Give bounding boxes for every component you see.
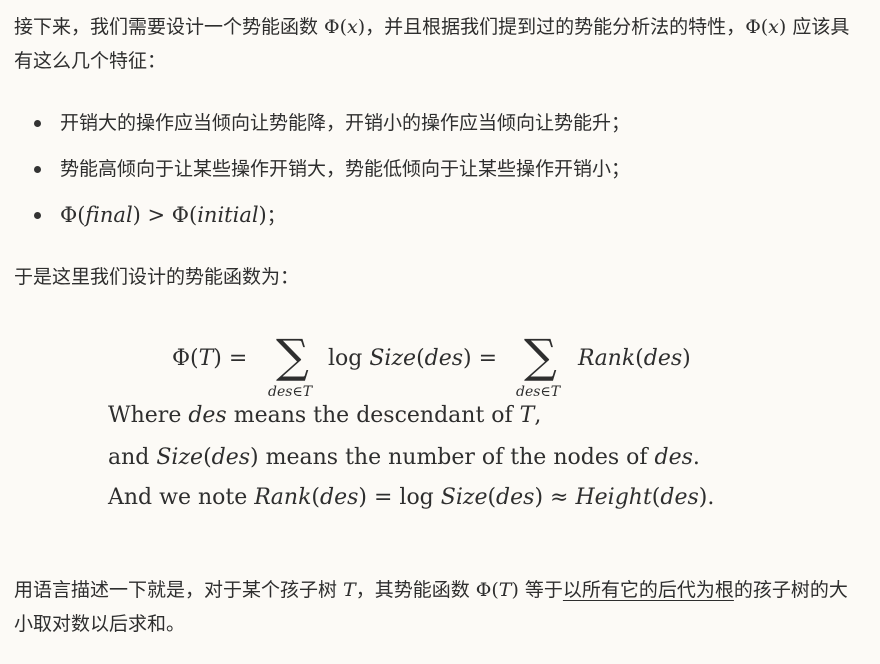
sum-2-subscript: des∈T (516, 384, 561, 400)
note-line-2: and 𝑆𝑖𝑧𝑒(𝑑𝑒𝑠) means the number of the no… (108, 445, 700, 470)
underlined-phrase: 以所有它的后代为根 (562, 579, 734, 601)
note-line-1: Where 𝑑𝑒𝑠 means the descendant of 𝑇, (108, 403, 542, 428)
formula-lhs: Φ(𝑇) = (172, 346, 248, 371)
phi-t-math: Φ(𝑇) (475, 579, 519, 601)
list-item: 开销大的操作应当倾向让势能降，开销小的操作应当倾向让势能升； (14, 104, 630, 150)
bullet-dot (34, 120, 41, 127)
list-item-suffix: ； (266, 205, 286, 227)
note-line-3: And we note 𝑅𝑎𝑛𝑘(𝑑𝑒𝑠) = log 𝑆𝑖𝑧𝑒(𝑑𝑒𝑠) ≈ … (108, 485, 715, 510)
formula-term-2: 𝑅𝑎𝑛𝑘(𝑑𝑒𝑠) (578, 346, 691, 371)
sum-symbol-2: ∑ (524, 329, 557, 383)
intro-text-2: ，并且根据我们提到过的势能分析法的特性， (365, 16, 746, 38)
potential-formula: Φ(𝑇) = ∑ des∈T log 𝑆𝑖𝑧𝑒(𝑑𝑒𝑠) = ∑ des∈T 𝑅… (0, 330, 880, 410)
list-item-text: 开销大的操作应当倾向让势能降，开销小的操作应当倾向让势能升； (60, 112, 631, 134)
feature-list: 开销大的操作应当倾向让势能降，开销小的操作应当倾向让势能升； 势能高倾向于让某些… (14, 104, 630, 242)
t-math: 𝑇 (343, 579, 356, 601)
document-page: 接下来，我们需要设计一个势能函数 Φ(𝑥)，并且根据我们提到过的势能分析法的特性… (0, 0, 880, 664)
lead-text: 于是这里我们设计的势能函数为： (14, 266, 300, 288)
outro-paragraph: 用语言描述一下就是，对于某个孩子树 𝑇，其势能函数 Φ(𝑇) 等于以所有它的后代… (14, 573, 866, 641)
outro-text-1: 用语言描述一下就是，对于某个孩子树 (14, 579, 344, 601)
bullet-dot (34, 212, 41, 219)
bullet-dot (34, 166, 41, 173)
formula-term-1: log 𝑆𝑖𝑧𝑒(𝑑𝑒𝑠) = (328, 346, 498, 371)
outro-text-3: 等于 (518, 579, 563, 601)
phi-x-math-2: Φ(𝑥) (745, 16, 787, 38)
sum-symbol-1: ∑ (276, 329, 309, 383)
list-item-text: 势能高倾向于让某些操作开销大，势能低倾向于让某些操作开销小； (60, 158, 631, 180)
outro-text-2: ，其势能函数 (355, 579, 476, 601)
intro-text-1: 接下来，我们需要设计一个势能函数 (14, 16, 325, 38)
phi-inequality-math: Φ(𝑓𝑖𝑛𝑎𝑙) > Φ(𝑖𝑛𝑖𝑡𝑖𝑎𝑙) (60, 203, 267, 227)
phi-x-math: Φ(𝑥) (324, 16, 366, 38)
list-item: Φ(𝑓𝑖𝑛𝑎𝑙) > Φ(𝑖𝑛𝑖𝑡𝑖𝑎𝑙)； (14, 196, 630, 242)
list-item: 势能高倾向于让某些操作开销大，势能低倾向于让某些操作开销小； (14, 150, 630, 196)
intro-paragraph: 接下来，我们需要设计一个势能函数 Φ(𝑥)，并且根据我们提到过的势能分析法的特性… (14, 10, 866, 78)
lead-paragraph: 于是这里我们设计的势能函数为： (14, 260, 866, 294)
sum-1-subscript: des∈T (268, 384, 313, 400)
